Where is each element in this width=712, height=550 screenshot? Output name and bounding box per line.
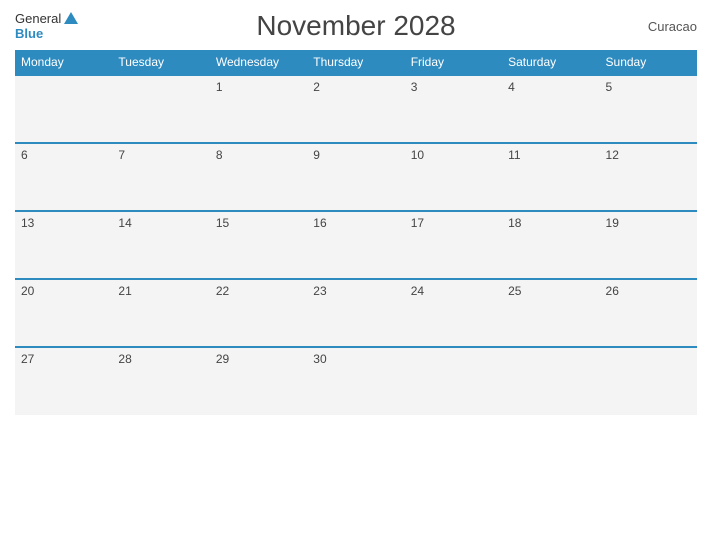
calendar-day-cell	[502, 347, 599, 415]
calendar-day-cell	[15, 75, 112, 143]
header-wednesday: Wednesday	[210, 50, 307, 75]
calendar-day-cell: 12	[600, 143, 697, 211]
header-saturday: Saturday	[502, 50, 599, 75]
weekday-header-row: Monday Tuesday Wednesday Thursday Friday…	[15, 50, 697, 75]
day-number: 12	[606, 148, 619, 162]
calendar-day-cell: 27	[15, 347, 112, 415]
calendar-day-cell: 29	[210, 347, 307, 415]
calendar-day-cell: 18	[502, 211, 599, 279]
logo-blue-text: Blue	[15, 26, 43, 41]
header: GeneralBlueNovember 2028Curacao	[15, 10, 697, 42]
calendar-week-row: 13 14 15 16 17 18 19	[15, 211, 697, 279]
calendar-day-cell: 7	[112, 143, 209, 211]
calendar-week-row: 1 2 3 4 5	[15, 75, 697, 143]
day-number: 2	[313, 80, 320, 94]
calendar-day-cell: 25	[502, 279, 599, 347]
calendar-day-cell	[112, 75, 209, 143]
calendar-day-cell: 16	[307, 211, 404, 279]
calendar-day-cell: 22	[210, 279, 307, 347]
day-number: 25	[508, 284, 521, 298]
calendar-week-row: 6 7 8 9 10 11 12	[15, 143, 697, 211]
day-number: 20	[21, 284, 34, 298]
header-thursday: Thursday	[307, 50, 404, 75]
day-number: 16	[313, 216, 326, 230]
day-number: 6	[21, 148, 28, 162]
calendar-table: Monday Tuesday Wednesday Thursday Friday…	[15, 50, 697, 415]
calendar-day-cell: 14	[112, 211, 209, 279]
calendar-day-cell	[405, 347, 502, 415]
calendar-day-cell: 15	[210, 211, 307, 279]
calendar-day-cell: 8	[210, 143, 307, 211]
day-number: 11	[508, 148, 520, 162]
calendar-day-cell: 23	[307, 279, 404, 347]
day-number: 15	[216, 216, 229, 230]
calendar-day-cell: 3	[405, 75, 502, 143]
day-number: 26	[606, 284, 619, 298]
header-monday: Monday	[15, 50, 112, 75]
day-number: 29	[216, 352, 229, 366]
day-number: 18	[508, 216, 521, 230]
day-number: 19	[606, 216, 619, 230]
region-label: Curacao	[617, 19, 697, 34]
calendar-week-row: 20 21 22 23 24 25 26	[15, 279, 697, 347]
day-number: 8	[216, 148, 223, 162]
calendar-day-cell: 20	[15, 279, 112, 347]
calendar-day-cell: 19	[600, 211, 697, 279]
day-number: 13	[21, 216, 34, 230]
day-number: 27	[21, 352, 34, 366]
calendar-day-cell: 30	[307, 347, 404, 415]
calendar-page: GeneralBlueNovember 2028Curacao Monday T…	[0, 0, 712, 550]
calendar-day-cell: 21	[112, 279, 209, 347]
day-number: 24	[411, 284, 424, 298]
day-number: 14	[118, 216, 131, 230]
calendar-day-cell: 13	[15, 211, 112, 279]
day-number: 23	[313, 284, 326, 298]
calendar-week-row: 27 28 29 30	[15, 347, 697, 415]
day-number: 28	[118, 352, 131, 366]
day-number: 5	[606, 80, 613, 94]
calendar-day-cell: 6	[15, 143, 112, 211]
calendar-day-cell: 11	[502, 143, 599, 211]
day-number: 4	[508, 80, 515, 94]
calendar-day-cell	[600, 347, 697, 415]
header-tuesday: Tuesday	[112, 50, 209, 75]
day-number: 10	[411, 148, 424, 162]
logo-triangle-icon	[64, 12, 78, 24]
logo-general-text: General	[15, 11, 61, 26]
logo-block: GeneralBlue	[15, 11, 95, 41]
calendar-day-cell: 1	[210, 75, 307, 143]
day-number: 9	[313, 148, 320, 162]
calendar-day-cell: 17	[405, 211, 502, 279]
header-friday: Friday	[405, 50, 502, 75]
calendar-day-cell: 24	[405, 279, 502, 347]
day-number: 7	[118, 148, 125, 162]
calendar-day-cell: 9	[307, 143, 404, 211]
day-number: 21	[118, 284, 131, 298]
calendar-day-cell: 5	[600, 75, 697, 143]
calendar-day-cell: 26	[600, 279, 697, 347]
calendar-day-cell: 10	[405, 143, 502, 211]
calendar-day-cell: 4	[502, 75, 599, 143]
day-number: 22	[216, 284, 229, 298]
day-number: 1	[216, 80, 223, 94]
calendar-day-cell: 28	[112, 347, 209, 415]
calendar-title: November 2028	[95, 10, 617, 42]
header-sunday: Sunday	[600, 50, 697, 75]
day-number: 3	[411, 80, 418, 94]
day-number: 17	[411, 216, 424, 230]
calendar-day-cell: 2	[307, 75, 404, 143]
day-number: 30	[313, 352, 326, 366]
